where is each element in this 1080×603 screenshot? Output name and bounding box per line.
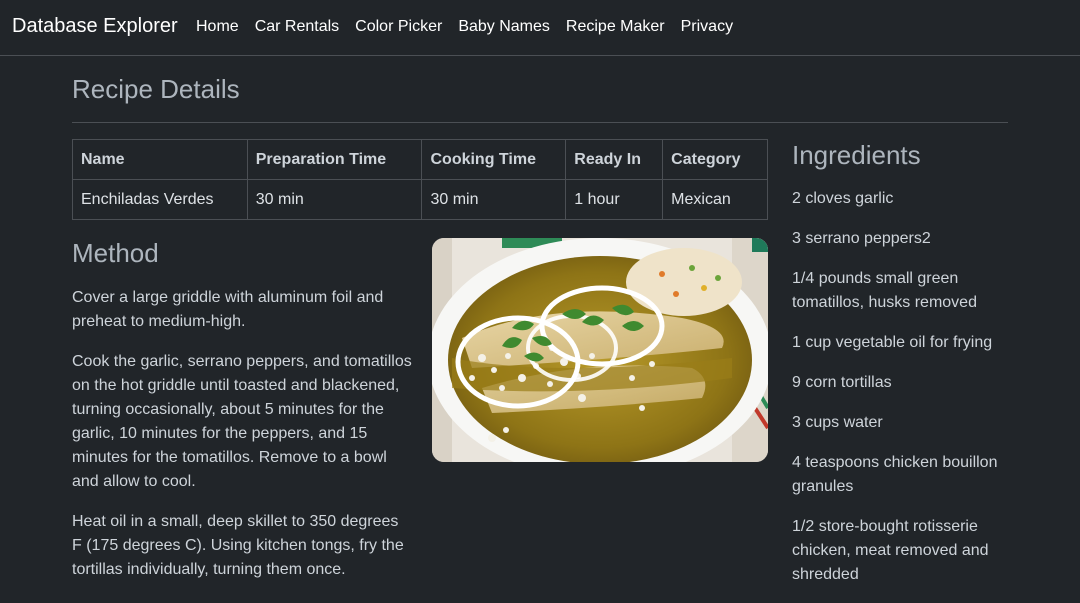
divider <box>72 122 1008 123</box>
ingredient-item: 9 corn tortillas <box>792 374 892 391</box>
method-heading: Method <box>72 238 159 268</box>
navbar: Database Explorer Home Car Rentals Color… <box>0 0 1080 56</box>
brand-link[interactable]: Database Explorer <box>12 15 178 38</box>
table-row: Enchiladas Verdes 30 min 30 min 1 hour M… <box>72 179 768 220</box>
nav-link-baby-names[interactable]: Baby Names <box>458 18 550 36</box>
ingredient-item: 1/2 store-bought rotisserie chicken, mea… <box>792 518 989 583</box>
nav-link-color-picker[interactable]: Color Picker <box>355 18 442 36</box>
ingredient-item: 3 cups water <box>792 414 883 431</box>
method-step: Heat oil in a small, deep skillet to 350… <box>72 513 404 578</box>
method-steps: Cover a large griddle with aluminum foil… <box>72 286 412 598</box>
header-preparation-time: Preparation Time <box>246 139 423 180</box>
nav-link-privacy[interactable]: Privacy <box>681 18 733 36</box>
ingredients-list: 2 cloves garlic 3 serrano peppers2 1/4 p… <box>792 187 1032 603</box>
ingredient-item: 3 serrano peppers2 <box>792 230 931 247</box>
cell-preparation-time: 30 min <box>246 179 423 220</box>
header-ready-in: Ready In <box>565 139 664 180</box>
page-title: Recipe Details <box>72 74 240 104</box>
nav-link-car-rentals[interactable]: Car Rentals <box>255 18 339 36</box>
cell-cooking-time: 30 min <box>421 179 567 220</box>
nav-link-home[interactable]: Home <box>196 18 239 36</box>
ingredient-item: 4 teaspoons chicken bouillon granules <box>792 454 998 495</box>
cell-category: Mexican <box>662 179 768 220</box>
ingredient-item: 1/4 pounds small green tomatillos, husks… <box>792 270 977 311</box>
table-header-row: Name Preparation Time Cooking Time Ready… <box>72 139 768 180</box>
header-name: Name <box>72 139 248 180</box>
ingredient-item: 1 cup vegetable oil for frying <box>792 334 993 351</box>
ingredients-heading: Ingredients <box>792 140 921 170</box>
header-category: Category <box>662 139 768 180</box>
header-cooking-time: Cooking Time <box>421 139 567 180</box>
method-step: Cook the garlic, serrano peppers, and to… <box>72 353 412 490</box>
method-step: Cover a large griddle with aluminum foil… <box>72 289 384 330</box>
nav-links: Home Car Rentals Color Picker Baby Names… <box>196 18 749 36</box>
recipe-details-table: Name Preparation Time Cooking Time Ready… <box>72 139 768 220</box>
ingredient-item: 2 cloves garlic <box>792 190 894 207</box>
recipe-photo <box>432 238 768 462</box>
nav-link-recipe-maker[interactable]: Recipe Maker <box>566 18 665 36</box>
cell-name: Enchiladas Verdes <box>72 179 248 220</box>
cell-ready-in: 1 hour <box>565 179 664 220</box>
